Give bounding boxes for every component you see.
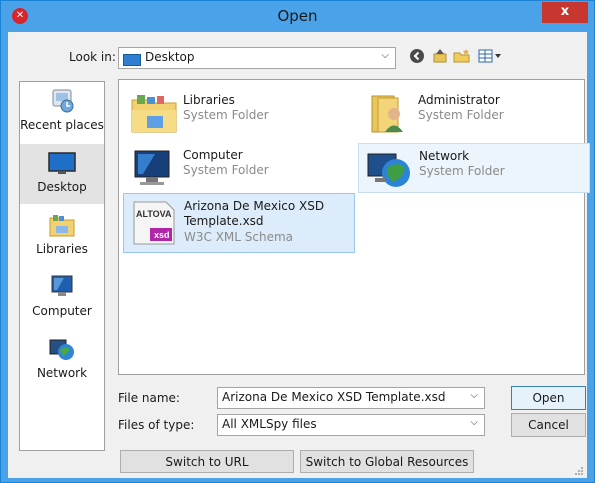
network-icon bbox=[367, 153, 410, 187]
file-item-libraries[interactable]: Libraries System Folder bbox=[123, 88, 355, 138]
desktop-icon bbox=[48, 152, 76, 174]
file-item-administrator[interactable]: Administrator System Folder bbox=[358, 88, 590, 138]
new-folder-icon[interactable] bbox=[453, 48, 471, 66]
computer-icon bbox=[134, 150, 170, 185]
switch-to-global-resources-button[interactable]: Switch to Global Resources bbox=[300, 450, 474, 473]
file-type: System Folder bbox=[418, 108, 504, 122]
place-label: Recent places bbox=[20, 118, 104, 132]
file-type-value: All XMLSpy files bbox=[222, 417, 317, 431]
cancel-button[interactable]: Cancel bbox=[511, 413, 586, 437]
place-libraries[interactable]: Libraries bbox=[20, 206, 104, 266]
file-name: Administrator bbox=[418, 93, 500, 107]
dialog-body: Look in: Desktop ⌵ Recent places Desktop… bbox=[8, 32, 590, 478]
file-item-network[interactable]: Network System Folder bbox=[358, 143, 590, 193]
file-type: System Folder bbox=[419, 164, 505, 178]
file-type: System Folder bbox=[183, 108, 269, 122]
view-menu-icon[interactable] bbox=[478, 48, 502, 66]
place-recent-places[interactable]: Recent places bbox=[20, 82, 104, 142]
place-computer[interactable]: Computer bbox=[20, 268, 104, 328]
place-label: Network bbox=[36, 366, 88, 380]
file-item-xsd-template[interactable]: ALTOVA xsd Arizona De Mexico XSD Templat… bbox=[123, 193, 355, 253]
file-type-select[interactable]: All XMLSpy files ⌵ bbox=[217, 414, 485, 436]
recent-places-icon bbox=[52, 89, 74, 113]
file-type: System Folder bbox=[183, 163, 269, 177]
file-name: Arizona De Mexico XSD Template.xsd bbox=[184, 199, 325, 228]
place-label: Computer bbox=[32, 304, 92, 318]
libraries-icon bbox=[49, 215, 75, 237]
file-item-computer[interactable]: Computer System Folder bbox=[123, 143, 355, 193]
close-button[interactable]: x bbox=[542, 2, 588, 23]
file-list[interactable]: Libraries System Folder Administrator Sy… bbox=[118, 79, 590, 375]
look-in-combo[interactable]: Desktop ⌵ bbox=[118, 47, 396, 69]
open-button[interactable]: Open bbox=[511, 386, 586, 410]
place-network[interactable]: Network bbox=[20, 330, 104, 390]
place-label: Desktop bbox=[37, 180, 87, 194]
switch-to-url-button[interactable]: Switch to URL bbox=[120, 450, 294, 473]
back-icon[interactable] bbox=[408, 48, 426, 66]
look-in-value: Desktop bbox=[145, 50, 195, 64]
open-dialog: ✕ Open x Look in: Desktop ⌵ Recent place… bbox=[0, 0, 595, 483]
up-folder-icon[interactable] bbox=[431, 48, 449, 66]
file-name-value: Arizona De Mexico XSD Template.xsd bbox=[222, 390, 446, 404]
libraries-folder-icon bbox=[131, 95, 177, 133]
file-type-label: Files of type: bbox=[118, 418, 195, 432]
resize-grip-icon[interactable] bbox=[574, 465, 584, 475]
places-bar: Recent places Desktop Libraries Computer… bbox=[19, 81, 105, 451]
place-label: Libraries bbox=[36, 242, 88, 256]
user-folder-icon bbox=[371, 95, 403, 133]
chevron-down-icon: ⌵ bbox=[381, 50, 389, 61]
file-name-label: File name: bbox=[118, 391, 180, 405]
look-in-label: Look in: bbox=[69, 50, 116, 64]
file-name: Libraries bbox=[183, 93, 235, 107]
file-type: W3C XML Schema bbox=[184, 230, 294, 244]
desktop-icon bbox=[123, 54, 141, 66]
computer-icon bbox=[51, 275, 73, 296]
chevron-down-icon[interactable]: ⌵ bbox=[470, 417, 478, 428]
file-name: Network bbox=[419, 149, 470, 163]
network-icon bbox=[49, 339, 74, 360]
xsd-file-icon: ALTOVA xsd bbox=[130, 200, 180, 245]
xsd-badge-brand: ALTOVA bbox=[136, 209, 172, 219]
chevron-down-icon[interactable]: ⌵ bbox=[470, 390, 478, 401]
place-desktop[interactable]: Desktop bbox=[20, 144, 104, 204]
file-name-input[interactable]: Arizona De Mexico XSD Template.xsd ⌵ bbox=[217, 387, 485, 409]
title-bar[interactable]: ✕ Open x bbox=[1, 1, 594, 31]
xsd-badge-ext: xsd bbox=[154, 230, 170, 240]
dialog-title: Open bbox=[277, 7, 318, 25]
file-name: Computer bbox=[183, 148, 243, 162]
